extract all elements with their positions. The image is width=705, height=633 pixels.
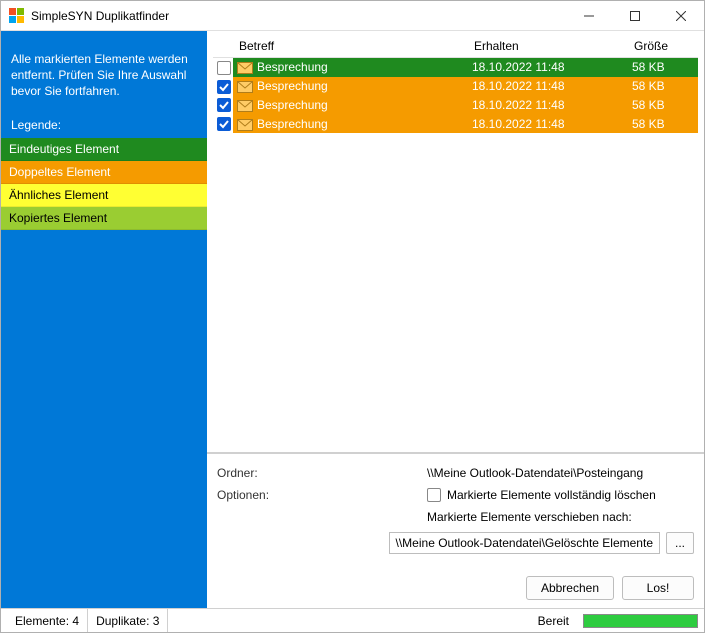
table-row[interactable]: Besprechung18.10.2022 11:4858 KB [213, 96, 698, 115]
status-elements: Elemente: 4 [7, 609, 88, 632]
header-checkbox[interactable] [213, 35, 233, 58]
row-checkbox-cell[interactable] [213, 77, 233, 96]
row-received: 18.10.2022 11:48 [468, 58, 628, 77]
app-window: SimpleSYN Duplikatfinder Alle markierten… [0, 0, 705, 633]
options-label: Optionen: [217, 488, 427, 502]
sidebar-intro: Alle markierten Elemente werden entfernt… [1, 51, 207, 118]
table-row[interactable]: Besprechung18.10.2022 11:4858 KB [213, 77, 698, 96]
header-received[interactable]: Erhalten [468, 35, 628, 58]
row-checkbox-cell[interactable] [213, 96, 233, 115]
sidebar: Alle markierten Elemente werden entfernt… [1, 31, 207, 608]
window-title: SimpleSYN Duplikatfinder [31, 9, 169, 23]
row-checkbox-cell[interactable] [213, 58, 233, 77]
statusbar: Elemente: 4 Duplikate: 3 Bereit [1, 608, 704, 632]
mail-icon [233, 96, 253, 115]
row-subject: Besprechung [253, 58, 468, 77]
legend-unique: Eindeutiges Element [1, 138, 207, 161]
minimize-button[interactable] [566, 1, 612, 31]
row-received: 18.10.2022 11:48 [468, 114, 628, 133]
row-size: 58 KB [628, 114, 698, 133]
main-panel: Betreff Erhalten Größe Besprechung18.10.… [207, 31, 704, 608]
row-subject: Besprechung [253, 114, 468, 133]
legend-copied: Kopiertes Element [1, 207, 207, 230]
mail-icon [233, 77, 253, 96]
table-row[interactable]: Besprechung18.10.2022 11:4858 KB [213, 114, 698, 133]
move-label: Markierte Elemente verschieben nach: [427, 510, 694, 524]
row-received: 18.10.2022 11:48 [468, 96, 628, 115]
header-subject[interactable]: Betreff [233, 35, 468, 58]
row-subject: Besprechung [253, 77, 468, 96]
close-button[interactable] [658, 1, 704, 31]
table-header-row: Betreff Erhalten Größe [213, 35, 698, 58]
status-ready: Bereit [530, 614, 577, 628]
row-checkbox[interactable] [217, 98, 231, 112]
row-size: 58 KB [628, 77, 698, 96]
row-size: 58 KB [628, 96, 698, 115]
folder-label: Ordner: [217, 466, 427, 480]
details-panel: Ordner: \\Meine Outlook-Datendatei\Poste… [207, 453, 704, 570]
row-checkbox[interactable] [217, 117, 231, 131]
row-checkbox[interactable] [217, 61, 231, 75]
move-path-input[interactable]: \\Meine Outlook-Datendatei\Gelöschte Ele… [389, 532, 660, 554]
legend-similar: Ähnliches Element [1, 184, 207, 207]
maximize-button[interactable] [612, 1, 658, 31]
table-row[interactable]: Besprechung18.10.2022 11:4858 KB [213, 58, 698, 77]
legend-duplicate: Doppeltes Element [1, 161, 207, 184]
legend-title: Legende: [1, 118, 207, 138]
header-size[interactable]: Größe [628, 35, 698, 58]
row-checkbox-cell[interactable] [213, 114, 233, 133]
results-table: Betreff Erhalten Größe Besprechung18.10.… [213, 35, 698, 133]
go-button[interactable]: Los! [622, 576, 694, 600]
folder-value: \\Meine Outlook-Datendatei\Posteingang [427, 466, 694, 480]
mail-icon [233, 114, 253, 133]
delete-checkbox[interactable] [427, 488, 441, 502]
row-subject: Besprechung [253, 96, 468, 115]
status-progress [583, 614, 698, 628]
row-size: 58 KB [628, 58, 698, 77]
app-icon [9, 8, 25, 24]
results-table-area: Betreff Erhalten Größe Besprechung18.10.… [207, 31, 704, 453]
action-buttons: Abbrechen Los! [207, 570, 704, 608]
browse-button[interactable]: ... [666, 532, 694, 554]
cancel-button[interactable]: Abbrechen [526, 576, 614, 600]
row-checkbox[interactable] [217, 80, 231, 94]
row-received: 18.10.2022 11:48 [468, 77, 628, 96]
titlebar: SimpleSYN Duplikatfinder [1, 1, 704, 31]
delete-checkbox-label: Markierte Elemente vollständig löschen [447, 488, 656, 502]
mail-icon [233, 58, 253, 77]
status-duplicates: Duplikate: 3 [88, 609, 168, 632]
